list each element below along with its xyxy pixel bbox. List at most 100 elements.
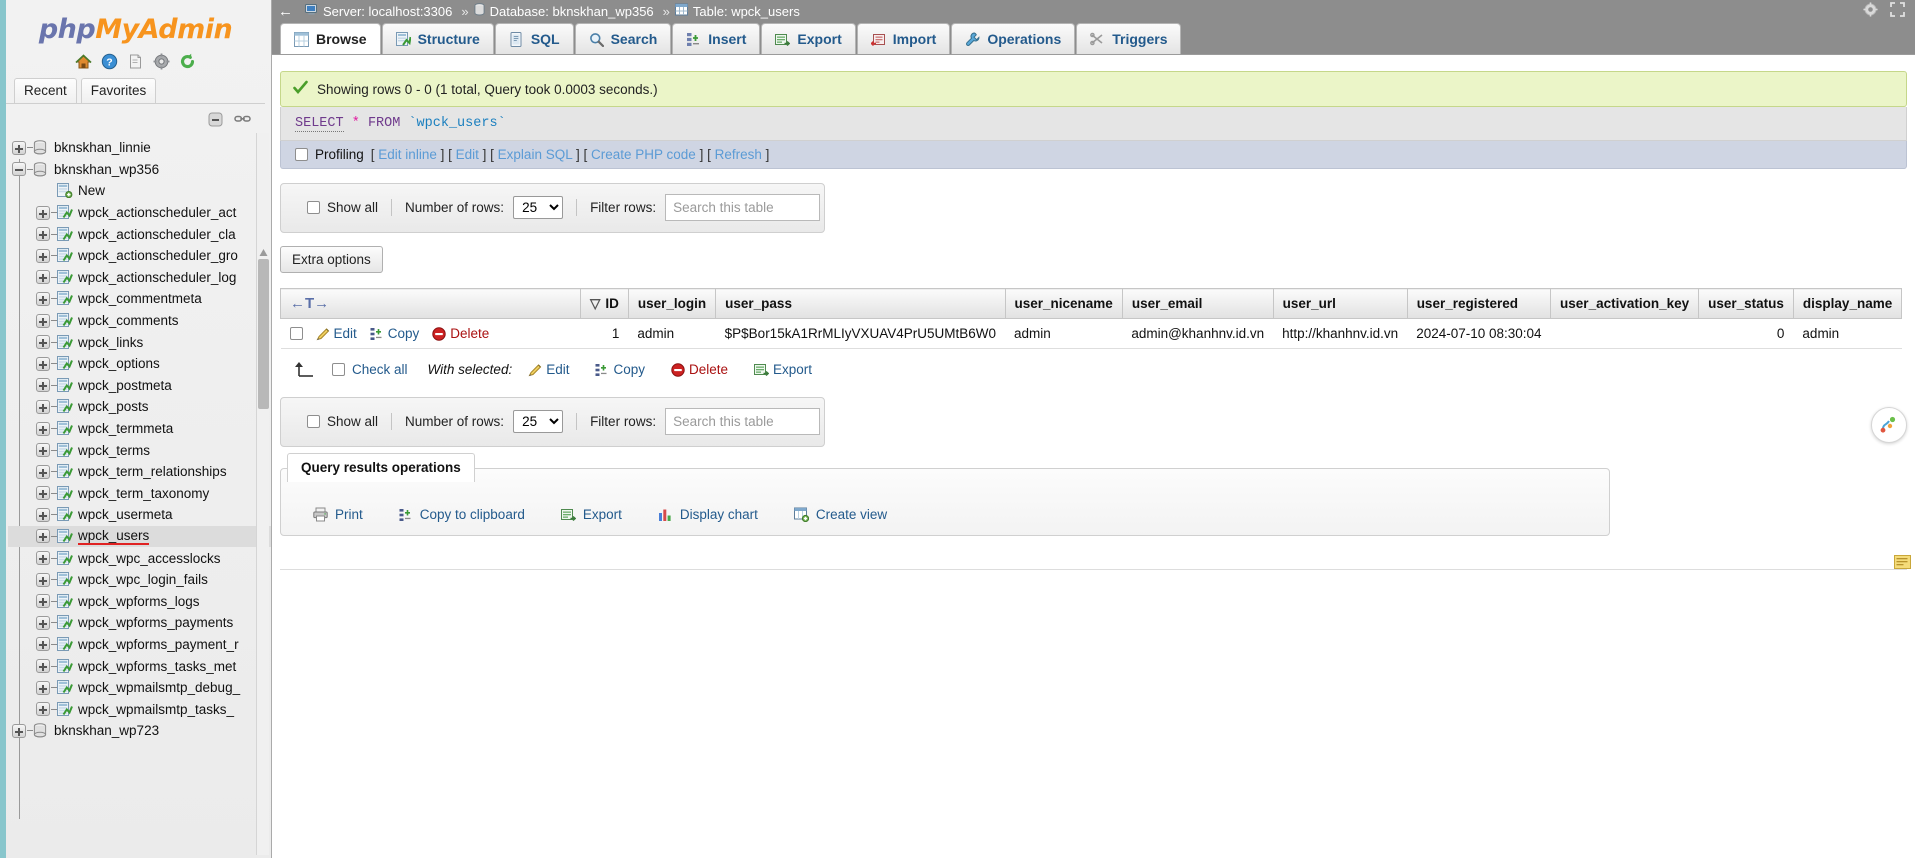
expand-node-icon[interactable]	[36, 270, 50, 285]
expand-node-icon[interactable]	[36, 615, 50, 630]
cell-user_nicename[interactable]: admin	[1005, 318, 1123, 349]
tree-item-wpck_term_relationships[interactable]: wpck_term_relationships	[8, 461, 271, 483]
tree-item-wpck_wpforms_tasks_met[interactable]: wpck_wpforms_tasks_met	[8, 655, 271, 677]
cell-user_status[interactable]: 0	[1698, 318, 1794, 349]
tab-insert[interactable]: Insert	[672, 23, 761, 54]
tab-structure[interactable]: Structure	[381, 23, 494, 54]
tab-operations[interactable]: Operations	[951, 23, 1076, 54]
show-all-top[interactable]: Show all	[307, 200, 378, 215]
tree-item-bknskhan_wp723[interactable]: bknskhan_wp723	[8, 720, 271, 742]
tree-item-wpck_wpc_login_fails[interactable]: wpck_wpc_login_fails	[8, 569, 271, 591]
filter-rows-input-bottom[interactable]	[665, 408, 821, 435]
column-header-user_status[interactable]: user_status	[1698, 288, 1794, 319]
column-header-display_name[interactable]: display_name	[1793, 288, 1903, 319]
cell-ID[interactable]: 1	[580, 318, 629, 349]
row-select-checkbox[interactable]	[289, 327, 303, 340]
column-header-user_pass[interactable]: user_pass	[715, 288, 1006, 319]
expand-node-icon[interactable]	[36, 421, 50, 436]
refresh-link[interactable]: Refresh	[715, 147, 762, 162]
tree-item-wpck_users[interactable]: wpck_users	[8, 525, 271, 548]
tree-item-wpck_posts[interactable]: wpck_posts	[8, 396, 271, 418]
expand-node-icon[interactable]	[36, 594, 50, 609]
profiling-checkbox[interactable]	[295, 148, 308, 161]
expand-node-icon[interactable]	[36, 637, 50, 652]
expand-node-icon[interactable]	[36, 572, 50, 587]
sql-query-display[interactable]: SELECT * FROM `wpck_users`	[280, 107, 1907, 141]
arrow-left-icon[interactable]: ←	[290, 295, 305, 312]
print-button[interactable]: Print	[299, 500, 377, 529]
number-of-rows-select-bottom[interactable]: 2550100250500	[513, 410, 564, 433]
bulk-copy-link[interactable]: Copy	[595, 362, 645, 377]
check-all-control[interactable]: Check all	[332, 362, 408, 377]
link-with-main-panel-icon[interactable]	[234, 112, 251, 129]
create-view-button[interactable]: Create view	[780, 500, 901, 529]
tab-import[interactable]: Import	[856, 23, 951, 54]
cell-user_login[interactable]: admin	[628, 318, 716, 349]
row-copy-link[interactable]: Copy	[370, 326, 419, 341]
expand-node-icon[interactable]	[36, 529, 50, 544]
column-header-user_url[interactable]: user_url	[1273, 288, 1408, 319]
bulk-export-link[interactable]: Export	[754, 362, 812, 377]
expand-node-icon[interactable]	[36, 551, 50, 566]
tree-item-wpck_actionscheduler_log[interactable]: wpck_actionscheduler_log	[8, 267, 271, 289]
edit-link[interactable]: Edit	[456, 147, 479, 162]
tab-sql[interactable]: SQL	[494, 23, 574, 54]
expand-node-icon[interactable]	[36, 507, 50, 522]
scroll-up-arrow[interactable]	[259, 245, 268, 256]
cell-display_name[interactable]: admin	[1793, 318, 1902, 349]
collapse-all-icon[interactable]	[208, 112, 225, 129]
expand-node-icon[interactable]	[36, 680, 50, 695]
tree-item-wpck_wpmailsmtp_tasks_[interactable]: wpck_wpmailsmtp_tasks_	[8, 698, 271, 720]
cell-user_registered[interactable]: 2024-07-10 08:30:04	[1407, 318, 1551, 349]
tree-item-wpck_termmeta[interactable]: wpck_termmeta	[8, 418, 271, 440]
tab-search[interactable]: Search	[574, 23, 672, 54]
show-all-bottom[interactable]: Show all	[307, 414, 378, 429]
gear-icon[interactable]	[153, 53, 170, 70]
tree-item-bknskhan_linnie[interactable]: bknskhan_linnie	[8, 137, 271, 159]
expand-node-icon[interactable]	[36, 335, 50, 350]
tab-triggers[interactable]: Triggers	[1076, 23, 1182, 54]
expand-node-icon[interactable]	[36, 702, 50, 717]
filter-rows-input-top[interactable]	[665, 194, 821, 221]
tab-browse[interactable]: Browse	[280, 23, 381, 54]
expand-node-icon[interactable]	[36, 659, 50, 674]
table-row[interactable]: Edit Copy Delete 1 admin $P$Bor15kA1RrMLIyVXU…	[280, 318, 1902, 349]
column-header-user_nicename[interactable]: user_nicename	[1005, 288, 1123, 319]
cell-user_email[interactable]: admin@khanhnv.id.vn	[1122, 318, 1274, 349]
tab-export[interactable]: Export	[761, 23, 856, 54]
tree-item-wpck_wpforms_logs[interactable]: wpck_wpforms_logs	[8, 590, 271, 612]
sort-indicator-icon[interactable]: ▽	[590, 296, 600, 311]
select-all-arrow-icon[interactable]	[294, 361, 316, 378]
breadcrumb-database[interactable]: Database: bknskhan_wp356	[473, 3, 654, 19]
tree-item-wpck_actionscheduler_gro[interactable]: wpck_actionscheduler_gro	[8, 245, 271, 267]
arrow-right-icon[interactable]: →	[314, 295, 329, 312]
column-header-ID[interactable]: ▽ ID	[580, 288, 629, 319]
row-delete-link[interactable]: Delete	[432, 326, 489, 341]
tree-item-wpck_wpmailsmtp_debug_[interactable]: wpck_wpmailsmtp_debug_	[8, 677, 271, 699]
edit-inline-link[interactable]: Edit inline	[378, 147, 437, 162]
tree-item-wpck_wpforms_payment_r[interactable]: wpck_wpforms_payment_r	[8, 634, 271, 656]
expand-node-icon[interactable]	[36, 205, 50, 220]
back-arrow-icon[interactable]: ←	[278, 3, 293, 20]
expand-node-icon[interactable]	[12, 723, 26, 738]
tree-item-wpck_comments[interactable]: wpck_comments	[8, 310, 271, 332]
check-all-checkbox[interactable]	[332, 363, 345, 376]
sidebar-item-favorites[interactable]: Favorites	[80, 78, 157, 103]
number-of-rows-select-top[interactable]: 2550100250500	[513, 196, 564, 219]
column-order-arrows[interactable]: ← T →	[290, 295, 571, 312]
t-glyph-icon[interactable]: T	[305, 295, 314, 312]
copy-to-clipboard-button[interactable]: Copy to clipboard	[385, 500, 539, 529]
show-all-checkbox-top[interactable]	[307, 201, 320, 214]
phpmyadmin-logo[interactable]: phpMyAdmin	[0, 0, 271, 51]
tree-item-wpck_postmeta[interactable]: wpck_postmeta	[8, 375, 271, 397]
expand-node-icon[interactable]	[12, 140, 26, 155]
docs-icon[interactable]	[127, 53, 144, 70]
tree-item-bknskhan_wp356[interactable]: bknskhan_wp356	[8, 159, 271, 181]
breadcrumb-table[interactable]: Table: wpck_users	[674, 3, 800, 19]
expand-node-icon[interactable]	[36, 399, 50, 414]
tree-item-wpck_terms[interactable]: wpck_terms	[8, 439, 271, 461]
sidebar-item-recent[interactable]: Recent	[14, 78, 77, 103]
fullscreen-icon[interactable]	[1890, 2, 1907, 19]
extra-options-button[interactable]: Extra options	[280, 246, 383, 273]
tree-item-New[interactable]: New	[8, 180, 271, 202]
